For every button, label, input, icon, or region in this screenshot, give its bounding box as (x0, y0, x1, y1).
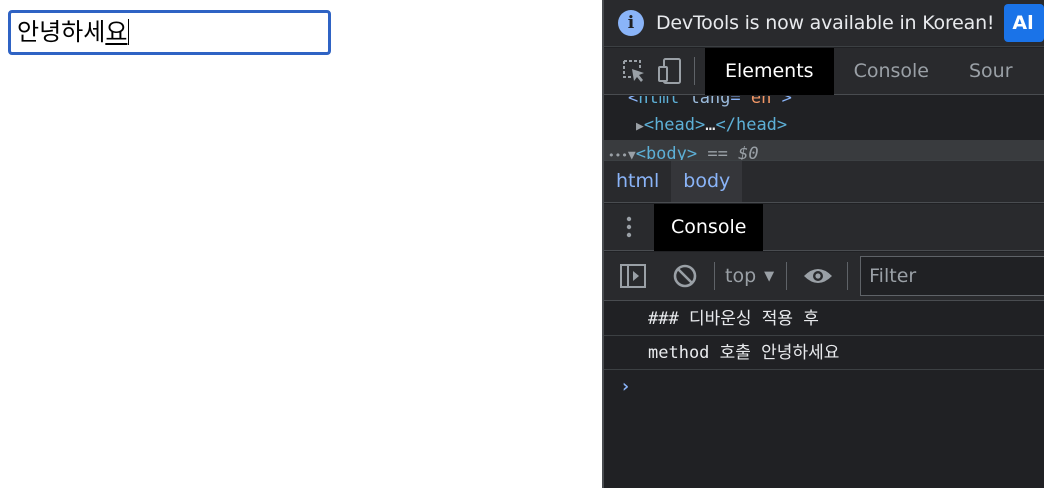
info-icon: i (618, 10, 644, 36)
console-output: ### 디바운싱 적용 후 method 호출 안녕하세요 › (604, 302, 1044, 488)
console-prompt[interactable]: › (604, 370, 1044, 404)
infobar-message: DevTools is now available in Korean! (656, 12, 995, 34)
drawer-menu-icon[interactable] (604, 204, 654, 251)
collapsed-ellipsis[interactable]: … (705, 115, 715, 135)
tag-name: html (638, 96, 680, 108)
head-open-tag: <head> (643, 115, 706, 135)
input-composing-text: 요 (105, 18, 128, 46)
device-toolbar-icon[interactable] (656, 57, 684, 85)
show-sidebar-icon[interactable] (618, 261, 648, 291)
body-open-tag: <body> (635, 144, 698, 160)
language-infobar: i DevTools is now available in Korean! A… (604, 0, 1044, 47)
input-value-text: 안녕하세 (17, 18, 106, 46)
tab-sources[interactable]: Sour (949, 48, 1033, 95)
live-expression-eye-icon[interactable] (803, 261, 833, 291)
head-close-tag: </head> (715, 115, 788, 135)
context-value: top (725, 265, 757, 287)
always-match-language-button[interactable]: Al (1004, 4, 1044, 42)
breadcrumb: html body (604, 160, 1044, 203)
drawer-tab-console[interactable]: Console (654, 203, 764, 251)
console-filter-input[interactable] (860, 256, 1044, 296)
toolbar-divider (694, 57, 695, 85)
dropdown-arrow-icon: ▼ (764, 268, 775, 284)
devtools-main-tabs: Elements Console Sour (604, 47, 1044, 95)
collapse-arrow-icon[interactable]: ▼ (628, 148, 636, 160)
clear-console-icon[interactable] (670, 261, 700, 291)
toolbar-divider (786, 262, 788, 290)
tree-line-head[interactable]: ▶<head>…</head> (604, 111, 1044, 139)
expand-arrow-icon[interactable]: ▶ (636, 119, 644, 134)
tab-console[interactable]: Console (834, 48, 949, 95)
attribute-name: lang (689, 96, 731, 108)
drawer-tabs: Console (604, 203, 1044, 251)
selected-node-marker: == $0 (707, 144, 759, 160)
breadcrumb-body[interactable]: body (671, 161, 743, 202)
console-message: ### 디바운싱 적용 후 (604, 302, 1044, 336)
elements-tree: <html lang="en"> ▶<head>…</head> •••▼<bo… (604, 96, 1044, 160)
attribute-value: "en" (740, 96, 782, 108)
toolbar-divider (714, 262, 715, 290)
console-toolbar: top ▼ (604, 252, 1044, 301)
tag-close-bracket: > (781, 96, 792, 108)
more-options-dots-icon[interactable]: ••• (608, 149, 628, 160)
console-message: method 호출 안녕하세요 (604, 336, 1044, 370)
tab-elements[interactable]: Elements (705, 47, 834, 95)
devtools-panel: i DevTools is now available in Korean! A… (602, 0, 1044, 488)
tag-open-bracket: < (628, 96, 639, 108)
web-page: 안녕하세요 (0, 0, 602, 488)
context-selector[interactable]: top ▼ (725, 265, 774, 287)
inspect-element-icon[interactable] (620, 57, 648, 85)
tree-line-html[interactable]: <html lang="en"> (604, 96, 1044, 112)
text-caret (128, 19, 130, 45)
attribute-equals: = (730, 96, 741, 108)
breadcrumb-html[interactable]: html (604, 161, 671, 202)
text-input[interactable]: 안녕하세요 (8, 10, 331, 55)
tree-line-body[interactable]: •••▼<body> == $0 (604, 140, 1044, 160)
toolbar-divider (847, 262, 849, 290)
